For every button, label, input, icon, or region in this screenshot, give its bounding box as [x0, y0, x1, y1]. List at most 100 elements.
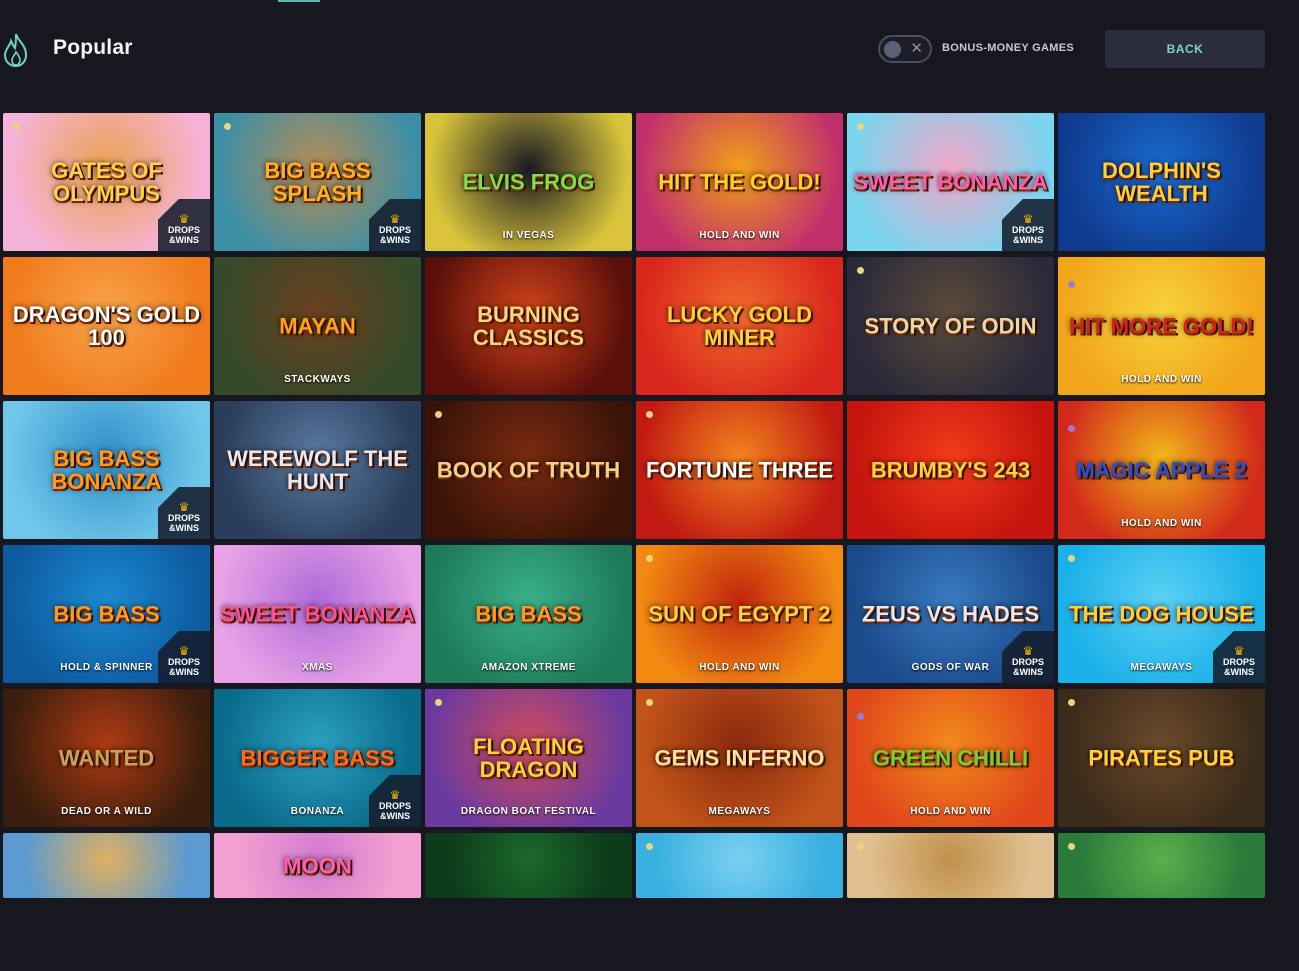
game-title: Big Bass Bonanza	[51, 445, 162, 494]
game-title: Hit More Gold!	[1069, 313, 1254, 339]
game-tile[interactable]: Big Bass AMAZON XTREME	[425, 545, 632, 683]
badge-line2: &WINS	[1013, 667, 1043, 677]
status-dot	[13, 123, 20, 130]
game-tile[interactable]: Big Bass HOLD & SPINNER ♛ DROPS &WINS	[3, 545, 210, 683]
close-icon: ✕	[910, 40, 923, 57]
game-tile[interactable]: Fortune Three	[636, 401, 843, 539]
game-title: Werewolf The Hunt	[227, 445, 408, 494]
game-tile[interactable]: Bigger Bass BONANZA ♛ DROPS &WINS	[214, 689, 421, 827]
game-thumbnail	[425, 833, 632, 898]
game-tile[interactable]: Brumby's 243	[847, 401, 1054, 539]
badge-line2: &WINS	[169, 667, 199, 677]
game-tile[interactable]: The Dog House MEGAWAYS ♛ DROPS &WINS	[1058, 545, 1265, 683]
game-tile[interactable]: Elvis Frog IN VEGAS	[425, 113, 632, 251]
game-tile[interactable]: Floating Dragon DRAGON BOAT FESTIVAL	[425, 689, 632, 827]
badge-line2: &WINS	[380, 811, 410, 821]
game-tile[interactable]: Magic Apple 2 HOLD AND WIN	[1058, 401, 1265, 539]
game-subtitle: DRAGON BOAT FESTIVAL	[460, 806, 597, 817]
game-title: Brumby's 243	[870, 457, 1031, 483]
badge-line2: &WINS	[169, 235, 199, 245]
game-title: Gems Inferno	[654, 745, 825, 771]
badge-line1: DROPS	[167, 225, 200, 235]
status-dot	[646, 843, 653, 850]
game-tile[interactable]	[847, 833, 1054, 898]
crown-icon: ♛	[1022, 212, 1034, 226]
game-title: Gates of Olympus	[51, 157, 162, 206]
game-title: Floating Dragon	[473, 733, 584, 782]
game-tile[interactable]: Story of Odin	[847, 257, 1054, 395]
badge-line1: DROPS	[378, 225, 411, 235]
game-tile[interactable]: Gates of Olympus ♛ DROPS &WINS	[3, 113, 210, 251]
game-tile[interactable]: Sun of Egypt 2 HOLD AND WIN	[636, 545, 843, 683]
badge-line2: &WINS	[1224, 667, 1254, 677]
badge-line1: DROPS	[167, 513, 200, 523]
game-subtitle: HOLD AND WIN	[1121, 374, 1202, 385]
status-dot	[224, 123, 231, 130]
crown-icon: ♛	[1233, 644, 1245, 658]
game-tile[interactable]: Pirates Pub	[1058, 689, 1265, 827]
toggle-knob	[884, 41, 901, 58]
game-tile[interactable]: Wanted DEAD OR A WILD	[3, 689, 210, 827]
game-tile[interactable]: Big Bass Bonanza ♛ DROPS &WINS	[3, 401, 210, 539]
crown-icon: ♛	[178, 500, 190, 514]
crown-icon: ♛	[1022, 644, 1034, 658]
status-dot	[1068, 425, 1075, 432]
game-title: Big Bass Splash	[264, 157, 371, 206]
game-tile[interactable]: Lucky Gold Miner	[636, 257, 843, 395]
game-title: Sweet Bonanza	[220, 601, 415, 627]
badge-line2: &WINS	[380, 235, 410, 245]
game-subtitle: HOLD AND WIN	[910, 806, 991, 817]
game-title: Magic Apple 2	[1076, 457, 1247, 483]
game-tile[interactable]: Werewolf The Hunt	[214, 401, 421, 539]
game-tile[interactable]: Moon	[214, 833, 421, 898]
game-tile[interactable]	[1058, 833, 1265, 898]
game-tile[interactable]	[3, 833, 210, 898]
badge-line1: DROPS	[1222, 657, 1255, 667]
bonus-money-toggle[interactable]: ✕	[878, 35, 932, 63]
status-dot	[857, 123, 864, 130]
games-grid: Gates of Olympus ♛ DROPS &WINS Big Bass Spla…	[3, 113, 1267, 971]
game-title: The Dog House	[1069, 601, 1254, 627]
game-tile[interactable]	[425, 833, 632, 898]
game-title: Burning Classics	[472, 301, 585, 350]
status-dot	[435, 411, 442, 418]
game-tile[interactable]: Zeus vs Hades GODS OF WAR ♛ DROPS &WINS	[847, 545, 1054, 683]
status-dot	[1068, 699, 1075, 706]
game-tile[interactable]: Sweet Bonanza XMAS	[214, 545, 421, 683]
game-thumbnail	[1058, 833, 1265, 898]
status-dot	[646, 411, 653, 418]
game-tile[interactable]: Book of Truth	[425, 401, 632, 539]
badge-line2: &WINS	[1013, 235, 1043, 245]
game-title: Lucky Gold Miner	[666, 301, 813, 350]
badge-line1: DROPS	[1011, 657, 1044, 667]
game-title: Sweet Bonanza	[853, 169, 1048, 195]
game-tile[interactable]: Burning Classics	[425, 257, 632, 395]
game-title: Big Bass	[53, 601, 160, 627]
game-title: Dragon's Gold 100	[12, 301, 201, 350]
game-subtitle: MEGAWAYS	[708, 806, 771, 817]
game-thumbnail	[847, 833, 1054, 898]
game-subtitle: AMAZON XTREME	[481, 662, 576, 673]
status-dot	[857, 713, 864, 720]
game-tile[interactable]: Dragon's Gold 100	[3, 257, 210, 395]
game-tile[interactable]: Hit More Gold! HOLD AND WIN	[1058, 257, 1265, 395]
crown-icon: ♛	[389, 212, 401, 226]
game-title: Hit The Gold!	[658, 169, 821, 195]
status-dot	[1068, 281, 1075, 288]
game-tile[interactable]: Hit The Gold! HOLD AND WIN	[636, 113, 843, 251]
game-title: Mayan	[279, 313, 356, 339]
back-button[interactable]: BACK	[1105, 30, 1265, 68]
game-subtitle: DEAD OR A WILD	[61, 806, 152, 817]
game-tile[interactable]: Mayan STACKWAYS	[214, 257, 421, 395]
game-thumbnail	[3, 833, 210, 898]
crown-icon: ♛	[389, 788, 401, 802]
game-tile[interactable]: Dolphin's Wealth	[1058, 113, 1265, 251]
game-tile[interactable]: Big Bass Splash ♛ DROPS &WINS	[214, 113, 421, 251]
game-tile[interactable]	[636, 833, 843, 898]
game-tile[interactable]: Gems Inferno MEGAWAYS	[636, 689, 843, 827]
game-title: Moon	[283, 852, 352, 878]
game-title: Zeus vs Hades	[861, 601, 1040, 627]
game-tile[interactable]: Sweet Bonanza ♛ DROPS &WINS	[847, 113, 1054, 251]
game-subtitle: STACKWAYS	[284, 374, 351, 385]
game-tile[interactable]: Green Chilli HOLD AND WIN	[847, 689, 1054, 827]
